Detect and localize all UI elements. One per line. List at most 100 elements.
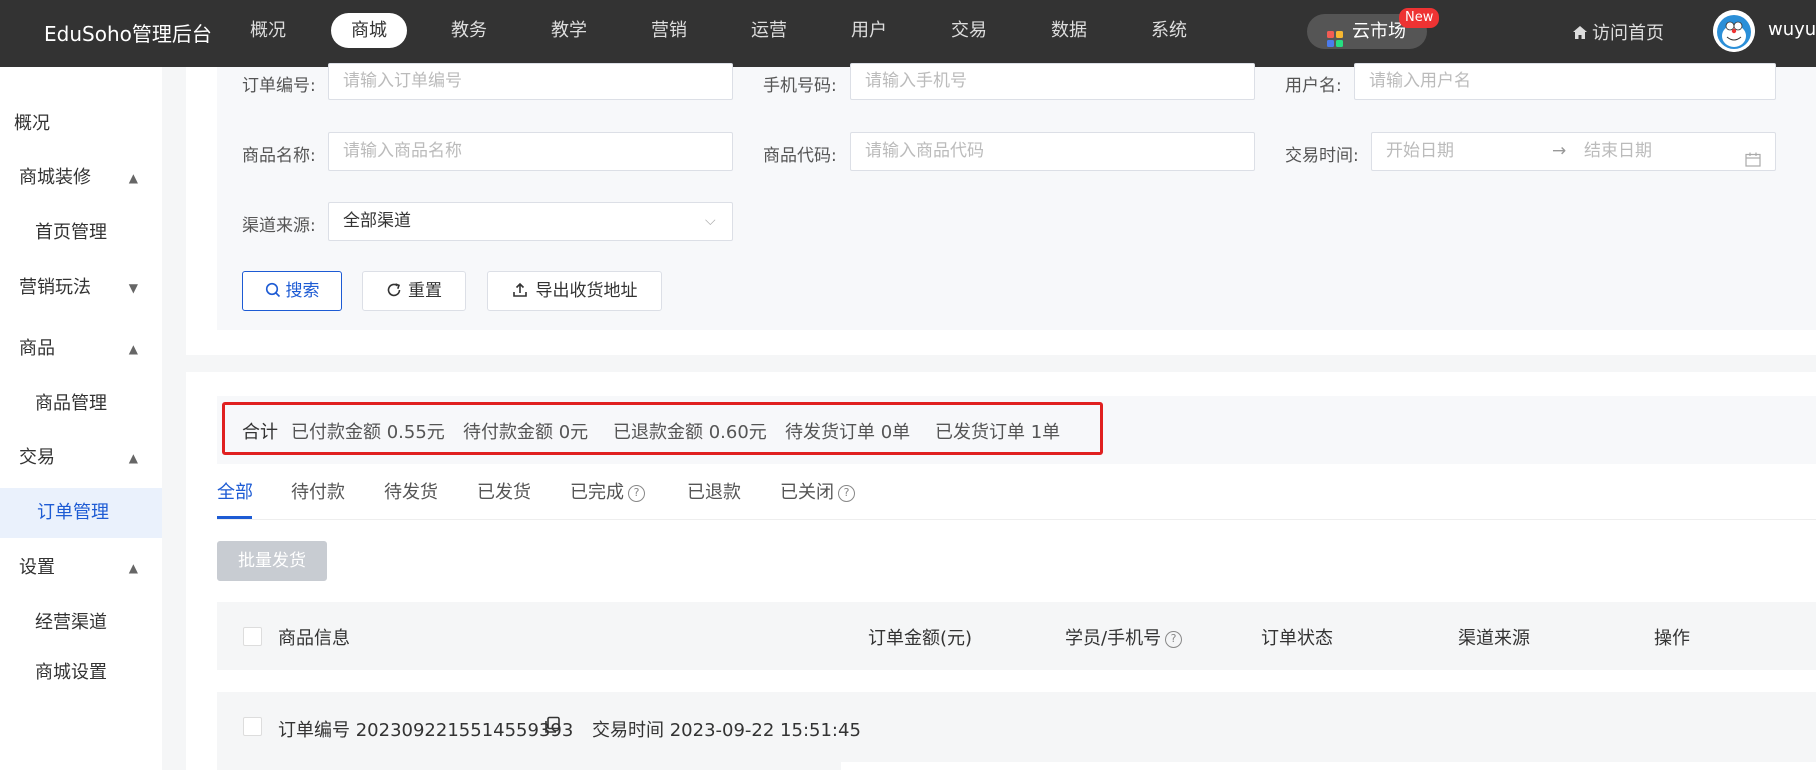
reset-button[interactable]: 重置 [362, 271, 466, 311]
refresh-icon [386, 274, 402, 312]
calendar-icon [1745, 144, 1761, 181]
tab-pending-payment[interactable]: 待付款 [291, 478, 345, 504]
username-input[interactable]: 请输入用户名 [1354, 63, 1776, 100]
tab-all[interactable]: 全部 [217, 478, 253, 504]
sidebar-item-label: 商品 [19, 338, 55, 359]
nav-users[interactable]: 用户 [851, 13, 887, 48]
channel-select[interactable]: 全部渠道 ⌵ [328, 202, 733, 241]
sidebar-item-settings[interactable]: 设置 ▲ [0, 543, 162, 593]
tab-label: 已关闭 [780, 482, 834, 503]
sidebar-item-trade[interactable]: 交易 ▲ [0, 433, 162, 483]
order-number: 订单编号 2023092215514559393 [278, 720, 574, 741]
nav-data[interactable]: 数据 [1051, 13, 1087, 48]
chevron-down-icon: ▼ [128, 281, 138, 295]
tab-completed[interactable]: 已完成? [570, 478, 645, 504]
chevron-up-icon: ▲ [128, 561, 138, 575]
summary-refunded-amount: 已退款金额 0.60元 [613, 422, 767, 443]
search-button-label: 搜索 [285, 281, 320, 301]
order-no-input[interactable]: 请输入订单编号 [328, 63, 733, 100]
sidebar-item-overview[interactable]: 概况 [0, 99, 162, 149]
nav-academic[interactable]: 教务 [451, 13, 487, 48]
nav-system[interactable]: 系统 [1151, 13, 1187, 48]
sidebar-item-home-management[interactable]: 首页管理 [0, 208, 162, 258]
phone-label: 手机号码: [763, 76, 837, 96]
product-name-input[interactable]: 请输入商品名称 [328, 132, 733, 171]
select-all-checkbox[interactable] [243, 627, 262, 646]
sidebar-item-mall-decoration[interactable]: 商城装修 ▲ [0, 153, 162, 203]
tab-closed[interactable]: 已关闭? [780, 478, 855, 504]
help-icon[interactable]: ? [1165, 631, 1183, 648]
tabs-divider [217, 519, 1816, 520]
column-order-status: 订单状态 [1261, 628, 1333, 649]
sidebar-item-products[interactable]: 商品 ▲ [0, 324, 162, 374]
order-no-label: 订单编号: [242, 76, 316, 96]
reset-button-label: 重置 [408, 281, 442, 301]
nav-trade[interactable]: 交易 [951, 13, 987, 48]
product-code-input[interactable]: 请输入商品代码 [850, 132, 1255, 171]
start-date-input[interactable]: 开始日期 [1386, 141, 1454, 161]
sidebar-item-order-management[interactable]: 订单管理 [0, 488, 162, 538]
avatar[interactable] [1713, 10, 1755, 52]
product-code-label: 商品代码: [763, 146, 837, 166]
nav-overview[interactable]: 概况 [250, 13, 286, 48]
copy-icon[interactable] [543, 716, 561, 739]
trade-time-label: 交易时间: [1285, 146, 1359, 166]
table-header [217, 602, 1816, 670]
search-icon [265, 274, 281, 312]
search-button[interactable]: 搜索 [242, 271, 342, 311]
username[interactable]: wuyue [1768, 19, 1816, 40]
end-date-input[interactable]: 结束日期 [1584, 133, 1652, 170]
sidebar-item-label: 商城装修 [19, 167, 91, 188]
tab-to-ship[interactable]: 待发货 [384, 478, 438, 504]
column-order-amount: 订单金额(元) [868, 628, 973, 649]
summary-total-label: 合计 [242, 422, 278, 443]
tab-refunded[interactable]: 已退款 [687, 478, 741, 504]
column-label: 学员/手机号 [1065, 628, 1162, 649]
summary-shipped-orders: 已发货订单 1单 [935, 422, 1061, 443]
sidebar-item-label: 设置 [19, 557, 55, 578]
summary-paid-amount: 已付款金额 0.55元 [291, 422, 445, 443]
date-range-picker[interactable]: 开始日期 → 结束日期 [1371, 132, 1776, 171]
summary-to-ship-orders: 待发货订单 0单 [785, 422, 911, 443]
help-icon[interactable]: ? [838, 485, 855, 502]
sidebar: 概况 商城装修 ▲ 首页管理 营销玩法 ▼ 商品 ▲ 商品管理 交易 ▲ 订单管… [0, 67, 162, 770]
export-address-label: 导出收货地址 [535, 281, 638, 301]
nav-operation[interactable]: 运营 [751, 13, 787, 48]
export-address-button[interactable]: 导出收货地址 [487, 271, 662, 311]
phone-input[interactable]: 请输入手机号 [850, 63, 1255, 100]
home-icon [1572, 24, 1588, 45]
visit-home-link[interactable]: 访问首页 [1572, 19, 1664, 45]
tab-shipped[interactable]: 已发货 [477, 478, 531, 504]
chevron-up-icon: ▲ [128, 171, 138, 185]
nav-marketing[interactable]: 营销 [651, 13, 687, 48]
nav-teaching[interactable]: 教学 [551, 13, 587, 48]
visit-home-label: 访问首页 [1592, 23, 1664, 44]
sidebar-item-business-channels[interactable]: 经营渠道 [0, 598, 162, 648]
nav-mall[interactable]: 商城 [331, 13, 407, 48]
new-badge: New [1399, 8, 1440, 28]
batch-ship-button[interactable]: 批量发货 [217, 541, 327, 581]
summary-pending-payment: 待付款金额 0元 [463, 422, 589, 443]
column-channel-source: 渠道来源 [1458, 628, 1530, 649]
order-trade-time: 交易时间 2023-09-22 15:51:45 [592, 720, 861, 741]
sidebar-item-marketing-play[interactable]: 营销玩法 ▼ [0, 263, 162, 313]
chevron-down-icon: ⌵ [705, 213, 716, 229]
product-name-label: 商品名称: [242, 146, 316, 166]
help-icon[interactable]: ? [628, 485, 645, 502]
column-student-phone: 学员/手机号? [1065, 624, 1183, 650]
sidebar-item-label: 交易 [19, 447, 55, 468]
column-product-info: 商品信息 [278, 628, 350, 649]
sidebar-item-label: 营销玩法 [19, 277, 91, 298]
brand-title[interactable]: EduSoho管理后台 [44, 18, 212, 47]
arrow-right-icon: → [1552, 141, 1567, 161]
username-label: 用户名: [1285, 76, 1342, 96]
tab-label: 已完成 [570, 482, 624, 503]
upload-icon [512, 274, 528, 312]
chevron-up-icon: ▲ [128, 342, 138, 356]
column-actions: 操作 [1654, 628, 1690, 649]
channel-label: 渠道来源: [242, 216, 316, 236]
chevron-up-icon: ▲ [128, 451, 138, 465]
sidebar-item-mall-settings[interactable]: 商城设置 [0, 648, 162, 698]
order-row-checkbox[interactable] [243, 717, 262, 736]
sidebar-item-product-management[interactable]: 商品管理 [0, 379, 162, 429]
